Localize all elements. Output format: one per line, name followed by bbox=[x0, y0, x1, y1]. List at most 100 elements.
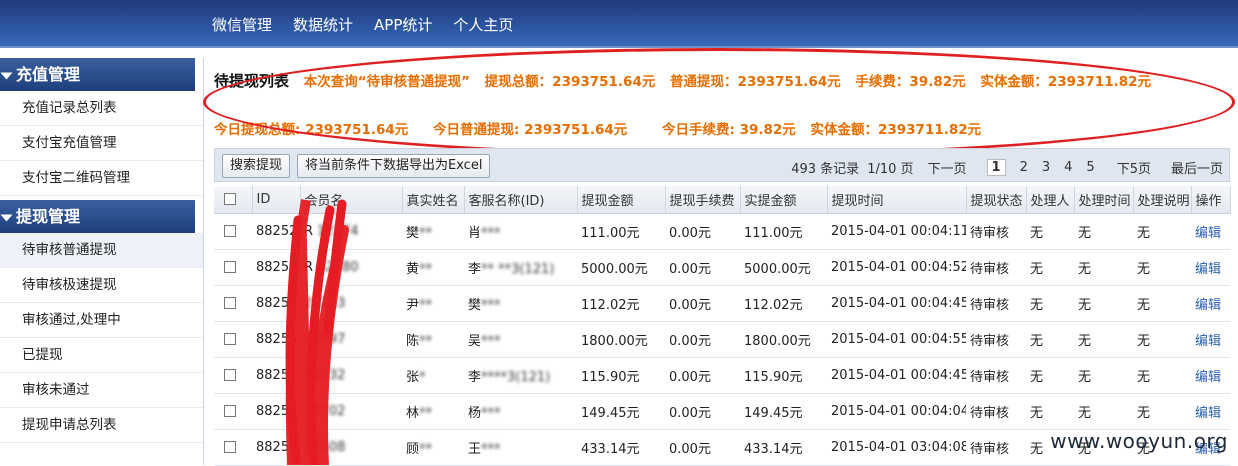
page-link-1[interactable]: 1 bbox=[987, 159, 1006, 176]
row-member: 25283 bbox=[300, 285, 402, 321]
col-header[interactable]: 真实姓名 bbox=[402, 186, 464, 213]
row-service: 李****3(121) bbox=[464, 357, 577, 393]
table-row: 88255 00997陈**吴***1800.00元0.00元1800.00元2… bbox=[214, 321, 1230, 357]
sidebar-item-alipay-qrcode[interactable]: 支付宝二维码管理 bbox=[0, 161, 203, 196]
row-fee: 0.00元 bbox=[665, 321, 740, 357]
row-status: 待审核 bbox=[966, 213, 1026, 249]
col-header[interactable]: 提现手续费 bbox=[665, 186, 740, 213]
row-actual: 112.02元 bbox=[740, 285, 827, 321]
col-header[interactable]: 处理时间 bbox=[1074, 186, 1133, 213]
col-header[interactable]: 操作 bbox=[1191, 186, 1230, 213]
sidebar-item-withdrawn[interactable]: 已提现 bbox=[0, 338, 203, 373]
row-id: 88255 bbox=[252, 321, 300, 357]
row-handler: 无 bbox=[1026, 321, 1074, 357]
row-fee: 0.00元 bbox=[665, 213, 740, 249]
fee-amount: 手续费：39.82元 bbox=[855, 74, 965, 90]
nav-stats[interactable]: 数据统计 bbox=[293, 14, 353, 35]
row-real-name: 顾** bbox=[402, 429, 464, 465]
row-select[interactable] bbox=[214, 213, 252, 249]
row-service: 李** **3(121) bbox=[464, 249, 577, 285]
row-member: R 62580 bbox=[300, 249, 402, 285]
watermark: www.wooyun.org bbox=[1050, 429, 1228, 453]
col-header[interactable]: 提现时间 bbox=[827, 186, 966, 213]
row-select[interactable] bbox=[214, 357, 252, 393]
search-withdraw-button[interactable]: 搜索提现 bbox=[222, 154, 290, 178]
withdraw-summary: 待提现列表 本次查询“待审核普通提现” 提现总额：2393751.64元 普通提… bbox=[214, 70, 1224, 138]
row-edit-link[interactable]: 编辑 bbox=[1191, 321, 1230, 357]
row-handler: 无 bbox=[1026, 249, 1074, 285]
sidebar-item-alipay-recharge[interactable]: 支付宝充值管理 bbox=[0, 126, 203, 161]
today-fee: 今日手续费: 39.82元 bbox=[662, 122, 796, 138]
select-all-checkbox[interactable] bbox=[224, 193, 236, 205]
sidebar-section-recharge[interactable]: 充值管理 bbox=[0, 58, 195, 91]
row-real-name: 黄** bbox=[402, 249, 464, 285]
col-header[interactable]: ID bbox=[252, 186, 300, 213]
row-handle-time: 无 bbox=[1074, 249, 1133, 285]
record-count: 493 条记录 bbox=[791, 158, 859, 177]
row-actual: 5000.00元 bbox=[740, 249, 827, 285]
col-header[interactable]: 客服名称(ID) bbox=[464, 186, 577, 213]
row-select[interactable] bbox=[214, 393, 252, 429]
sidebar-section-withdraw[interactable]: 提现管理 bbox=[0, 200, 195, 233]
col-header[interactable]: 处理人 bbox=[1026, 186, 1074, 213]
row-time: 2015-04-01 00:04:52 bbox=[827, 249, 966, 285]
row-checkbox[interactable] bbox=[224, 297, 236, 309]
row-checkbox[interactable] bbox=[224, 225, 236, 237]
col-header[interactable]: 提现金额 bbox=[577, 186, 665, 213]
row-select[interactable] bbox=[214, 285, 252, 321]
row-member: 77608 bbox=[300, 429, 402, 465]
row-note: 无 bbox=[1133, 357, 1191, 393]
row-amount: 111.00元 bbox=[577, 213, 665, 249]
col-header[interactable]: 实提金额 bbox=[740, 186, 827, 213]
row-edit-link[interactable]: 编辑 bbox=[1191, 249, 1230, 285]
sidebar-item-rejected[interactable]: 审核未通过 bbox=[0, 373, 203, 408]
sidebar: 充值管理 充值记录总列表 支付宝充值管理 支付宝二维码管理 提现管理 待审核普通… bbox=[0, 58, 204, 465]
page-link-2[interactable]: 2 bbox=[1020, 160, 1028, 175]
table-row: 8825 32702林**杨***149.45元0.00元149.45元2015… bbox=[214, 393, 1230, 429]
page-link-4[interactable]: 4 bbox=[1064, 160, 1072, 175]
row-checkbox[interactable] bbox=[224, 405, 236, 417]
row-member: R 12274 bbox=[300, 213, 402, 249]
row-amount: 1800.00元 bbox=[577, 321, 665, 357]
row-handler: 无 bbox=[1026, 357, 1074, 393]
row-actual: 433.14元 bbox=[740, 429, 827, 465]
last-page-link[interactable]: 最后一页 bbox=[1171, 158, 1223, 177]
sidebar-item-pending-normal[interactable]: 待审核普通提现 bbox=[0, 233, 203, 268]
row-checkbox[interactable] bbox=[224, 261, 236, 273]
row-select[interactable] bbox=[214, 249, 252, 285]
col-header[interactable]: 会员名 bbox=[300, 186, 402, 213]
page-link-3[interactable]: 3 bbox=[1042, 160, 1050, 175]
row-edit-link[interactable]: 编辑 bbox=[1191, 213, 1230, 249]
row-id: 8825 bbox=[252, 429, 300, 465]
table-header-row: ID 会员名 真实姓名 客服名称(ID) 提现金额 提现手续费 实提金额 提现时… bbox=[214, 186, 1230, 213]
row-checkbox[interactable] bbox=[224, 369, 236, 381]
row-edit-link[interactable]: 编辑 bbox=[1191, 285, 1230, 321]
row-checkbox[interactable] bbox=[224, 333, 236, 345]
section-title: 提现管理 bbox=[16, 207, 80, 226]
page-title: 待提现列表 bbox=[214, 72, 289, 90]
col-header[interactable]: 提现状态 bbox=[966, 186, 1026, 213]
row-checkbox[interactable] bbox=[224, 441, 236, 453]
nav-wechat[interactable]: 微信管理 bbox=[212, 14, 272, 35]
section-title: 充值管理 bbox=[16, 65, 80, 84]
sidebar-item-recharge-list[interactable]: 充值记录总列表 bbox=[0, 91, 203, 126]
sidebar-item-withdraw-all[interactable]: 提现申请总列表 bbox=[0, 408, 203, 443]
nav-app-stats[interactable]: APP统计 bbox=[374, 14, 432, 35]
sidebar-item-pending-fast[interactable]: 待审核极速提现 bbox=[0, 268, 203, 303]
row-select[interactable] bbox=[214, 429, 252, 465]
next-5-pages-link[interactable]: 下5页 bbox=[1117, 158, 1151, 177]
row-handle-time: 无 bbox=[1074, 285, 1133, 321]
nav-home[interactable]: 个人主页 bbox=[453, 14, 513, 35]
table-row: 88254 25283尹**樊***112.02元0.00元112.02元201… bbox=[214, 285, 1230, 321]
export-excel-button[interactable]: 将当前条件下数据导出为Excel bbox=[297, 154, 490, 178]
page-info: 1/10 页 bbox=[867, 158, 913, 177]
col-header[interactable]: 处理说明 bbox=[1133, 186, 1191, 213]
row-edit-link[interactable]: 编辑 bbox=[1191, 393, 1230, 429]
sidebar-item-approved-processing[interactable]: 审核通过,处理中 bbox=[0, 303, 203, 338]
next-page-link[interactable]: 下一页 bbox=[928, 158, 967, 177]
row-select[interactable] bbox=[214, 321, 252, 357]
page-link-5[interactable]: 5 bbox=[1086, 160, 1094, 175]
row-edit-link[interactable]: 编辑 bbox=[1191, 357, 1230, 393]
select-all-header[interactable] bbox=[214, 186, 252, 213]
top-nav: 微信管理 数据统计 APP统计 个人主页 bbox=[212, 14, 534, 35]
